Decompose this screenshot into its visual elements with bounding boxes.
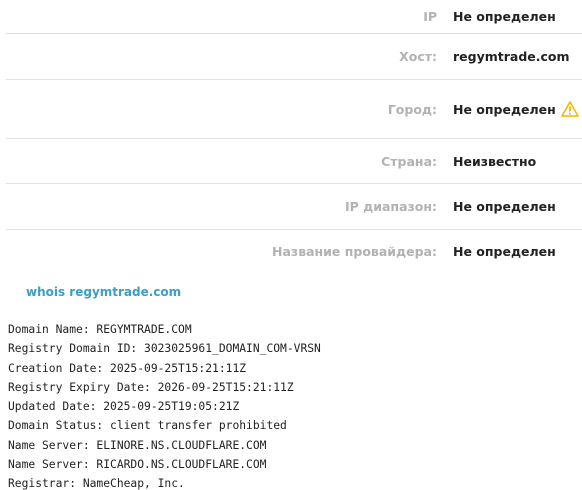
ip-info-table: IP Не определен Хост: regymtrade.com Гор… [6, 0, 582, 272]
whois-output: Domain Name: REGYMTRADE.COM Registry Doma… [8, 320, 321, 490]
ip-info-page: IP Не определен Хост: regymtrade.com Гор… [0, 0, 582, 490]
provider-label: Название провайдера: [272, 243, 437, 259]
ip-label: IP [423, 9, 437, 24]
row-ip: IP Не определен [6, 0, 582, 34]
row-city: Город: Не определен [6, 80, 582, 139]
whois-line: Registry Expiry Date: 2026-09-25T15:21:1… [8, 380, 294, 394]
ip-value: Не определен [453, 9, 556, 24]
country-value: Неизвестно [453, 153, 537, 169]
whois-line: Registry Domain ID: 3023025961_DOMAIN_CO… [8, 342, 321, 356]
whois-line: Registrar: NameCheap, Inc. [8, 477, 185, 490]
country-label: Страна: [381, 153, 437, 169]
whois-line: Updated Date: 2025-09-25T19:05:21Z [8, 400, 240, 414]
host-value: regymtrade.com [453, 49, 570, 64]
city-label: Город: [387, 101, 437, 117]
provider-value: Не определен [453, 243, 556, 259]
warning-icon[interactable] [560, 101, 579, 117]
row-ip-range: IP диапазон: Не определен [6, 184, 582, 230]
whois-line: Creation Date: 2025-09-25T15:21:11Z [8, 361, 247, 375]
row-country: Страна: Неизвестно [6, 139, 582, 184]
whois-line: Domain Status: client transfer prohibite… [8, 419, 287, 433]
host-label: Хост: [399, 49, 437, 64]
whois-line: Domain Name: REGYMTRADE.COM [8, 323, 192, 336]
whois-line: Name Server: ELINORE.NS.CLOUDFLARE.COM [8, 438, 267, 452]
row-provider: Название провайдера: Не определен [6, 230, 582, 272]
city-value-wrap: Не определен [453, 101, 582, 117]
row-host: Хост: regymtrade.com [6, 34, 582, 80]
whois-line: Name Server: RICARDO.NS.CLOUDFLARE.COM [8, 458, 267, 472]
whois-link[interactable]: whois regymtrade.com [26, 285, 181, 299]
ip-range-value: Не определен [453, 199, 556, 214]
city-value: Не определен [453, 101, 556, 117]
ip-range-label: IP диапазон: [344, 199, 437, 214]
